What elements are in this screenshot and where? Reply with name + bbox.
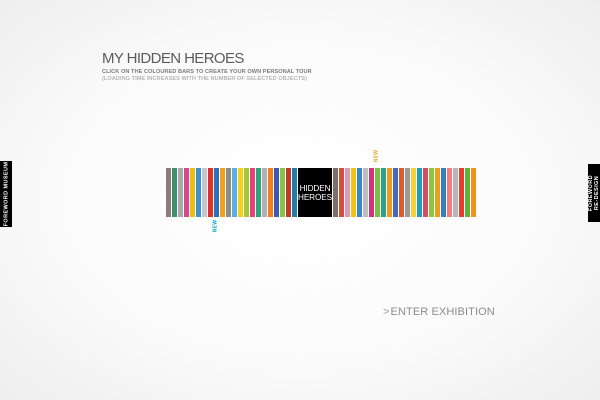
right-bar-13[interactable] <box>404 168 410 217</box>
right-bar-11[interactable] <box>392 168 398 217</box>
left-bar-4[interactable] <box>184 168 189 217</box>
hidden-heroes-center-block[interactable]: HIDDEN HEROES <box>298 168 332 217</box>
enter-exhibition-label: ENTER EXHIBITION <box>390 306 495 318</box>
right-bar-12[interactable] <box>398 168 404 217</box>
left-bar-2[interactable] <box>172 168 177 217</box>
left-bar-3[interactable] <box>178 168 183 217</box>
foreword-redesign-tab[interactable]: FOREWORD RE-DESIGN <box>588 164 600 222</box>
arrow-right-icon: > <box>383 306 390 318</box>
left-bar-10[interactable] <box>220 168 225 217</box>
left-bar-1[interactable] <box>166 168 171 217</box>
right-bar-19[interactable] <box>440 168 446 217</box>
right-bar-7[interactable] <box>368 168 374 217</box>
center-label-line2: HEROES <box>298 192 332 202</box>
left-bar-8[interactable] <box>208 168 213 217</box>
left-bar-11[interactable] <box>226 168 231 217</box>
left-bar-22[interactable] <box>292 168 297 217</box>
right-bar-16[interactable] <box>422 168 428 217</box>
left-bar-group <box>166 168 298 217</box>
left-bar-5[interactable] <box>190 168 195 217</box>
left-bar-18[interactable] <box>268 168 273 217</box>
right-bar-9[interactable] <box>380 168 386 217</box>
left-bar-9[interactable] <box>214 168 219 217</box>
instruction-text: CLICK ON THE COLOURED BARS TO CREATE YOU… <box>102 69 312 75</box>
left-bar-15[interactable] <box>250 168 255 217</box>
hidden-heroes-barcode: HIDDEN HEROES <box>166 168 476 217</box>
enter-exhibition-link[interactable]: >ENTER EXHIBITION <box>383 306 495 318</box>
new-tag-bottom: NEW <box>212 219 219 233</box>
right-bar-24[interactable] <box>470 168 476 217</box>
foreword-redesign-label: FOREWORD RE-DESIGN <box>588 175 600 211</box>
left-bar-19[interactable] <box>274 168 279 217</box>
right-bar-20[interactable] <box>446 168 452 217</box>
left-bar-17[interactable] <box>262 168 267 217</box>
foreword-museum-label: FOREWORD MUSEUM <box>3 161 10 227</box>
left-bar-12[interactable] <box>232 168 237 217</box>
right-bar-23[interactable] <box>464 168 470 217</box>
right-bar-22[interactable] <box>458 168 464 217</box>
left-bar-6[interactable] <box>196 168 201 217</box>
right-bar-15[interactable] <box>416 168 422 217</box>
left-bar-13[interactable] <box>238 168 243 217</box>
right-bar-18[interactable] <box>434 168 440 217</box>
right-bar-group <box>332 168 477 217</box>
foreword-museum-tab[interactable]: FOREWORD MUSEUM <box>0 161 12 227</box>
right-bar-17[interactable] <box>428 168 434 217</box>
right-bar-21[interactable] <box>452 168 458 217</box>
left-bar-7[interactable] <box>202 168 207 217</box>
left-bar-14[interactable] <box>244 168 249 217</box>
center-label-line1: HIDDEN <box>299 183 331 193</box>
right-bar-4[interactable] <box>350 168 356 217</box>
right-bar-3[interactable] <box>344 168 350 217</box>
right-bar-14[interactable] <box>410 168 416 217</box>
page-title: MY HIDDEN HEROES <box>102 50 244 67</box>
right-bar-1[interactable] <box>332 168 338 217</box>
header: MY HIDDEN HEROES CLICK ON THE COLOURED B… <box>102 50 402 83</box>
right-bar-10[interactable] <box>386 168 392 217</box>
right-bar-2[interactable] <box>338 168 344 217</box>
right-bar-5[interactable] <box>356 168 362 217</box>
loading-note: (LOADING TIME INCREASES WITH THE NUMBER … <box>102 76 307 82</box>
left-bar-20[interactable] <box>280 168 285 217</box>
left-bar-21[interactable] <box>286 168 291 217</box>
right-bar-8[interactable] <box>374 168 380 217</box>
right-bar-6[interactable] <box>362 168 368 217</box>
new-tag-top: NEW <box>373 149 380 163</box>
left-bar-16[interactable] <box>256 168 261 217</box>
